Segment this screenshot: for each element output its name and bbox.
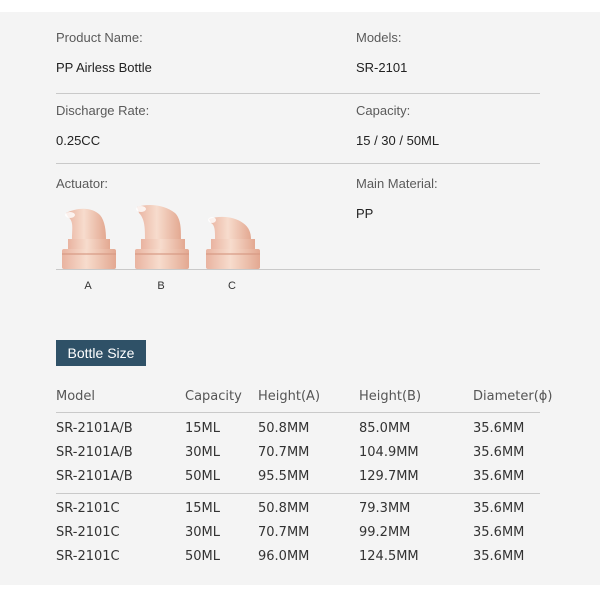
table-cell: 15ML bbox=[185, 501, 221, 516]
table-cell: 50ML bbox=[185, 469, 221, 484]
table-cell: SR-2101C bbox=[56, 501, 120, 516]
table-cell: 96.0MM bbox=[258, 549, 310, 564]
bottle-size-title: Bottle Size bbox=[56, 340, 146, 366]
product-name-label: Product Name: bbox=[56, 30, 143, 45]
table-cell: 15ML bbox=[185, 421, 221, 436]
header-capacity: Capacity bbox=[185, 389, 242, 404]
divider bbox=[56, 163, 540, 164]
divider bbox=[56, 93, 540, 94]
table-cell: 95.5MM bbox=[258, 469, 310, 484]
actuator-c-image bbox=[206, 216, 260, 269]
divider bbox=[56, 412, 540, 413]
table-cell: 50.8MM bbox=[258, 421, 310, 436]
table-cell: 99.2MM bbox=[359, 525, 411, 540]
header-height-b: Height(B) bbox=[359, 389, 422, 404]
main-material-label: Main Material: bbox=[356, 176, 438, 191]
table-cell: SR-2101C bbox=[56, 549, 120, 564]
product-name-value: PP Airless Bottle bbox=[56, 60, 152, 75]
table-cell: 50.8MM bbox=[258, 501, 310, 516]
header-model: Model bbox=[56, 389, 96, 404]
capacity-value: 15 / 30 / 50ML bbox=[356, 133, 440, 148]
table-cell: 35.6MM bbox=[473, 469, 525, 484]
capacity-label: Capacity: bbox=[356, 103, 411, 118]
table-cell: SR-2101A/B bbox=[56, 421, 133, 436]
table-cell: 124.5MM bbox=[359, 549, 419, 564]
models-label: Models: bbox=[356, 30, 402, 45]
main-material-value: PP bbox=[356, 206, 374, 221]
actuator-a-letter: A bbox=[84, 280, 92, 292]
table-cell: 50ML bbox=[185, 549, 221, 564]
actuator-c-letter: C bbox=[228, 280, 236, 292]
table-cell: 30ML bbox=[185, 445, 221, 460]
discharge-rate-value: 0.25CC bbox=[56, 133, 101, 148]
header-height-a: Height(A) bbox=[258, 389, 321, 404]
models-value: SR-2101 bbox=[356, 60, 408, 75]
table-cell: 35.6MM bbox=[473, 525, 525, 540]
divider bbox=[56, 269, 540, 270]
table-cell: 70.7MM bbox=[258, 445, 310, 460]
table-cell: 79.3MM bbox=[359, 501, 411, 516]
table-cell: 35.6MM bbox=[473, 501, 525, 516]
table-cell: SR-2101A/B bbox=[56, 445, 133, 460]
actuator-label: Actuator: bbox=[56, 176, 109, 191]
discharge-rate-label: Discharge Rate: bbox=[56, 103, 150, 118]
actuator-a-image bbox=[62, 208, 116, 269]
spec-panel bbox=[0, 12, 600, 585]
header-diameter: Diameter(ϕ) bbox=[473, 389, 553, 404]
table-cell: 35.6MM bbox=[473, 421, 525, 436]
table-cell: 30ML bbox=[185, 525, 221, 540]
table-cell: 85.0MM bbox=[359, 421, 411, 436]
table-cell: 35.6MM bbox=[473, 445, 525, 460]
table-cell: 129.7MM bbox=[359, 469, 419, 484]
table-cell: 104.9MM bbox=[359, 445, 419, 460]
table-cell: 70.7MM bbox=[258, 525, 310, 540]
actuator-b-image bbox=[135, 205, 189, 269]
table-cell: SR-2101C bbox=[56, 525, 120, 540]
divider bbox=[56, 493, 540, 494]
actuator-b-letter: B bbox=[157, 280, 165, 292]
table-cell: SR-2101A/B bbox=[56, 469, 133, 484]
table-cell: 35.6MM bbox=[473, 549, 525, 564]
